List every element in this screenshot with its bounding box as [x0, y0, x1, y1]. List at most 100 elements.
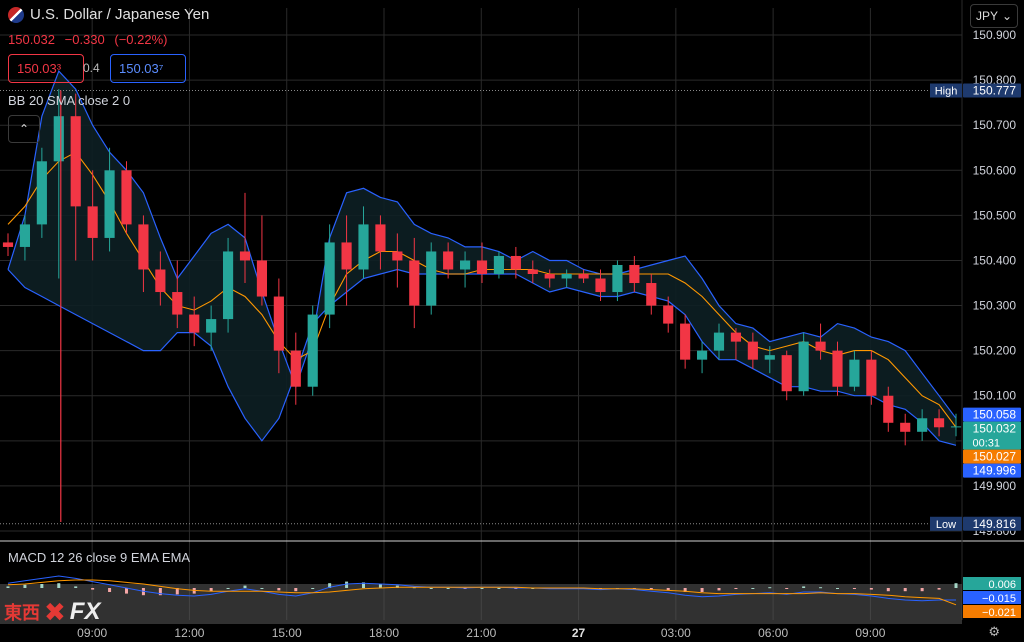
symbol-header[interactable]: U.S. Dollar / Japanese Yen: [8, 6, 209, 23]
macd-histogram-bar: [91, 588, 95, 590]
currency-select[interactable]: JPY ⌄: [970, 4, 1018, 28]
macd-indicator-label[interactable]: MACD 12 26 close 9 EMA EMA: [8, 550, 190, 565]
macd-histogram-bar: [734, 588, 738, 589]
bollinger-indicator-label[interactable]: BB 20 SMA close 2 0: [8, 93, 130, 108]
time-tick-label: 27: [572, 626, 586, 640]
price-label-value: 149.996: [973, 464, 1017, 478]
macd-histogram-bar: [954, 583, 958, 588]
macd-histogram-bar: [226, 588, 230, 589]
candle-body: [19, 224, 31, 247]
chevron-up-icon: ⌃: [18, 122, 30, 136]
price-chart[interactable]: 0.006 −0.015 −0.021 09:00 12:00 15:00 18:00 21…: [0, 0, 1024, 642]
macd-histogram-bar: [886, 588, 890, 592]
macd-histogram-bar: [920, 588, 924, 592]
price-tick-label: 150.300: [973, 299, 1017, 313]
macd-histogram-bar: [429, 588, 433, 589]
price-tick-label: 150.700: [973, 118, 1017, 132]
candle-body: [222, 251, 234, 320]
macd-histogram-bar: [74, 586, 78, 588]
candle-body: [459, 260, 471, 270]
candle-body: [663, 305, 674, 324]
macd-histogram-bar: [869, 588, 873, 590]
price-label-value: 150.777: [973, 84, 1017, 98]
candle-body: [883, 395, 894, 423]
price-tick-label: 150.100: [973, 389, 1017, 403]
macd-histogram-bar: [480, 588, 484, 589]
candle-body: [172, 292, 183, 315]
price-tag-label: Low: [936, 519, 956, 531]
quote-line: 150.032 −0.330 (−0.22%): [8, 32, 174, 47]
candle-body: [815, 341, 826, 351]
candle-body: [849, 359, 860, 387]
candle-body: [70, 116, 81, 207]
settings-gear-icon[interactable]: ⚙: [988, 624, 1000, 640]
candle-body: [900, 422, 911, 432]
candle-body: [341, 242, 352, 270]
macd-histogram-bar: [836, 588, 839, 589]
chevron-down-icon: ⌄: [1001, 9, 1012, 23]
collapse-indicators-button[interactable]: ⌃: [8, 115, 40, 143]
symbol-title: U.S. Dollar / Japanese Yen: [30, 6, 210, 23]
time-tick-label: 21:00: [466, 626, 496, 640]
candle-body: [104, 170, 115, 238]
candle-body: [629, 264, 640, 284]
candle-body: [409, 260, 420, 306]
candle-body: [798, 341, 809, 392]
macd-histogram-bar: [785, 588, 789, 589]
candle-body: [290, 350, 301, 387]
candle-body: [2, 242, 14, 247]
macd-histogram-bar: [40, 584, 44, 588]
price-tick-label: 150.900: [973, 28, 1017, 42]
macd-histogram-bar: [768, 587, 772, 589]
candle-countdown: 00:31: [972, 438, 1000, 450]
buy-button[interactable]: 150.03⁷: [110, 54, 186, 83]
macd-histogram-bar: [294, 588, 298, 592]
macd-histogram-bar: [125, 588, 128, 594]
candle-body: [917, 418, 928, 432]
sell-button[interactable]: 150.03³: [8, 54, 84, 83]
candle-body: [747, 341, 758, 360]
macd-histogram-bar: [6, 586, 10, 588]
price-change-percent: (−0.22%): [114, 32, 168, 47]
macd-histogram-bar: [852, 588, 856, 589]
candle-body: [87, 206, 98, 238]
macd-histogram-bar: [108, 588, 112, 592]
candle-body: [764, 355, 775, 360]
candle-body: [476, 260, 488, 274]
candle-body: [53, 116, 64, 162]
logo-fx-text: FX: [69, 598, 101, 625]
time-tick-label: 15:00: [272, 626, 302, 640]
time-tick-label: 03:00: [661, 626, 691, 640]
candle-body: [696, 350, 708, 360]
candle-body: [561, 274, 572, 279]
price-tick-label: 150.200: [973, 344, 1017, 358]
candle-body: [595, 278, 606, 293]
macd-value-label: −0.021: [982, 607, 1016, 619]
macd-histogram-bar: [57, 583, 61, 588]
candle-body: [36, 161, 47, 225]
candle-body: [781, 355, 792, 392]
candle-body: [121, 170, 132, 225]
macd-histogram-bar: [277, 588, 281, 591]
last-price: 150.032: [8, 32, 55, 47]
price-tick-label: 149.900: [973, 479, 1017, 493]
candle-body: [426, 251, 437, 306]
time-tick-label: 18:00: [369, 626, 399, 640]
candle-body: [138, 224, 149, 270]
candle-body: [680, 323, 691, 360]
price-label-value: 150.058: [973, 408, 1017, 422]
candle-body: [612, 264, 623, 293]
macd-value-label: 0.006: [988, 579, 1016, 591]
candle-body: [950, 426, 962, 428]
candle-body: [713, 332, 725, 351]
macd-panel: 0.006 −0.015 −0.021: [0, 575, 1021, 624]
macd-histogram-bar: [446, 588, 450, 589]
candle-body: [358, 224, 369, 270]
usd-jpy-flag-icon: [8, 6, 24, 23]
candle-body: [324, 242, 335, 315]
candle-body: [273, 296, 284, 351]
candle-body: [307, 314, 318, 387]
currency-value: JPY: [976, 9, 999, 23]
candle-body: [832, 350, 843, 387]
macd-histogram-bar: [378, 584, 382, 588]
